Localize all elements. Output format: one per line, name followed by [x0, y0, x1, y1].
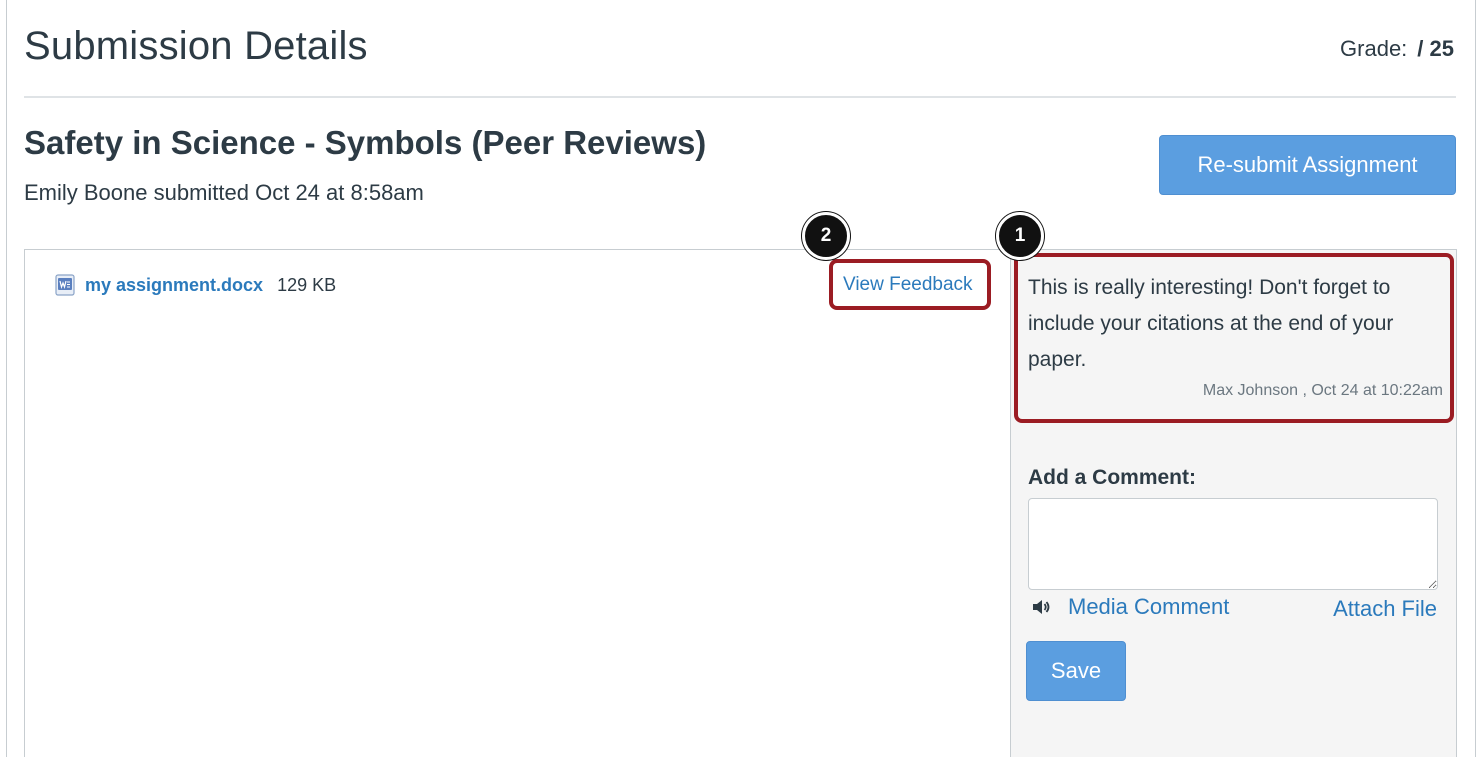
add-comment-label: Add a Comment: [1028, 466, 1196, 489]
media-comment-row: Media Comment [1030, 594, 1229, 620]
grade-max: / 25 [1417, 36, 1454, 61]
save-button[interactable]: Save [1026, 641, 1126, 701]
resubmit-assignment-button[interactable]: Re-submit Assignment [1159, 135, 1456, 195]
attachment-size: 129 KB [277, 274, 337, 295]
page-title: Submission Details [24, 24, 368, 68]
attachment-row: my assignment.docx 129 KB [55, 274, 336, 296]
callout-badge-1: 1 [996, 212, 1044, 260]
speaker-icon [1030, 596, 1052, 618]
comment-input[interactable] [1028, 498, 1438, 590]
submission-info: Emily Boone submitted Oct 24 at 8:58am [24, 180, 424, 205]
view-feedback-highlight [829, 259, 991, 310]
word-document-icon [55, 274, 75, 296]
comment-highlight [1014, 253, 1454, 423]
submission-preview-area [24, 249, 1011, 757]
media-comment-link[interactable]: Media Comment [1068, 594, 1229, 620]
attachment-link[interactable]: my assignment.docx [85, 275, 263, 296]
header-divider [24, 96, 1456, 98]
grade-label: Grade: [1340, 36, 1408, 61]
grade-display: Grade: / 25 [1340, 36, 1454, 62]
attach-file-link[interactable]: Attach File [1333, 596, 1437, 622]
assignment-title: Safety in Science - Symbols (Peer Review… [24, 124, 707, 161]
callout-badge-2: 2 [802, 212, 850, 260]
